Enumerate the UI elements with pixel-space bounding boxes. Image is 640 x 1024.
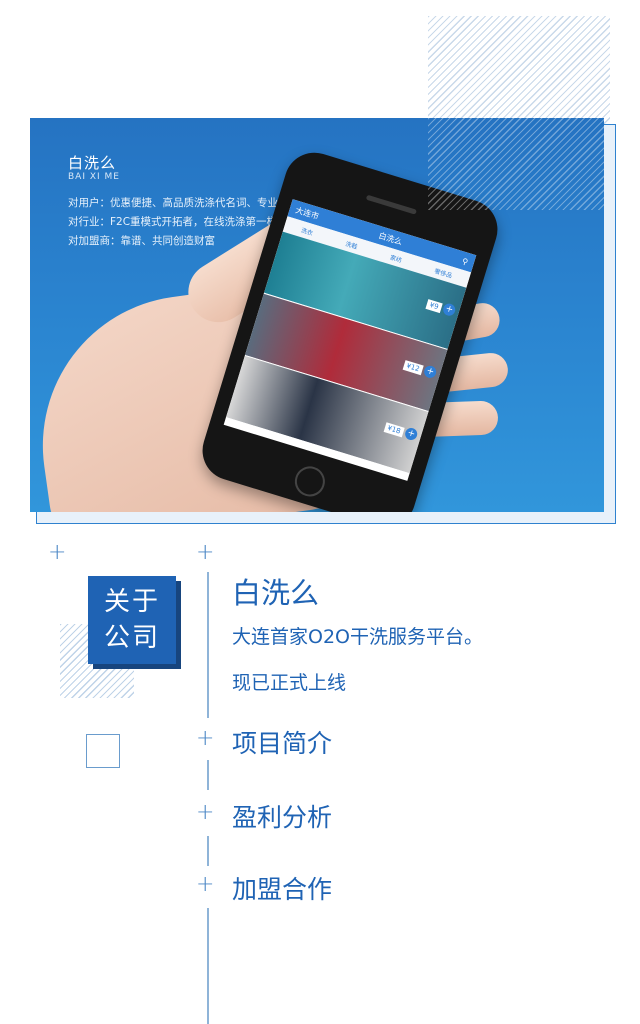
add-icon: + — [422, 364, 438, 380]
company-description: 大连首家O2O干洗服务平台。 — [232, 626, 483, 648]
timeline-line — [207, 836, 209, 866]
decorative-hatch-overlay — [428, 118, 604, 210]
timeline-line — [207, 572, 209, 718]
about-badge-line2: 公司 — [103, 623, 160, 653]
timeline-line — [207, 760, 209, 790]
hero-image: 白洗么 BAI XI ME 对用户：优惠便捷、高品质洗涤代名词、专业洗涤管家 对… — [30, 118, 604, 512]
product-price: ¥9 — [425, 299, 443, 314]
phone-speaker — [365, 194, 417, 215]
about-company-badge: 关于 公司 — [88, 576, 176, 664]
add-icon: + — [441, 302, 457, 318]
plus-icon: + — [196, 872, 215, 897]
product-price: ¥18 — [383, 422, 405, 438]
app-tab: 家纺 — [389, 253, 403, 264]
app-tab: 洗鞋 — [344, 240, 359, 251]
add-icon: + — [403, 426, 419, 442]
search-icon: ⚲ — [461, 256, 470, 267]
plus-icon: + — [196, 800, 215, 825]
hero-brand-title: 白洗么 — [68, 154, 117, 172]
company-name: 白洗么 — [232, 576, 320, 610]
menu-item-project-intro[interactable]: 项目简介 — [232, 724, 332, 760]
phone-home-button — [291, 462, 329, 501]
decorative-square — [86, 734, 120, 768]
plus-icon: + — [196, 726, 215, 751]
about-badge-line1: 关于 — [103, 587, 160, 617]
menu-item-profit-analysis[interactable]: 盈利分析 — [232, 798, 332, 834]
app-tab: 奢侈品 — [433, 267, 453, 280]
product-price: ¥12 — [402, 360, 424, 376]
company-status: 现已正式上线 — [232, 672, 347, 694]
timeline-line — [207, 908, 209, 1024]
menu-item-franchise[interactable]: 加盟合作 — [232, 870, 332, 906]
plus-icon: + — [196, 540, 215, 565]
app-tab: 洗衣 — [300, 226, 314, 237]
plus-icon: + — [48, 540, 67, 565]
hero-brand-subtitle: BAI XI ME — [68, 172, 120, 182]
hero-banner: 白洗么 BAI XI ME 对用户：优惠便捷、高品质洗涤代名词、专业洗涤管家 对… — [30, 118, 616, 524]
